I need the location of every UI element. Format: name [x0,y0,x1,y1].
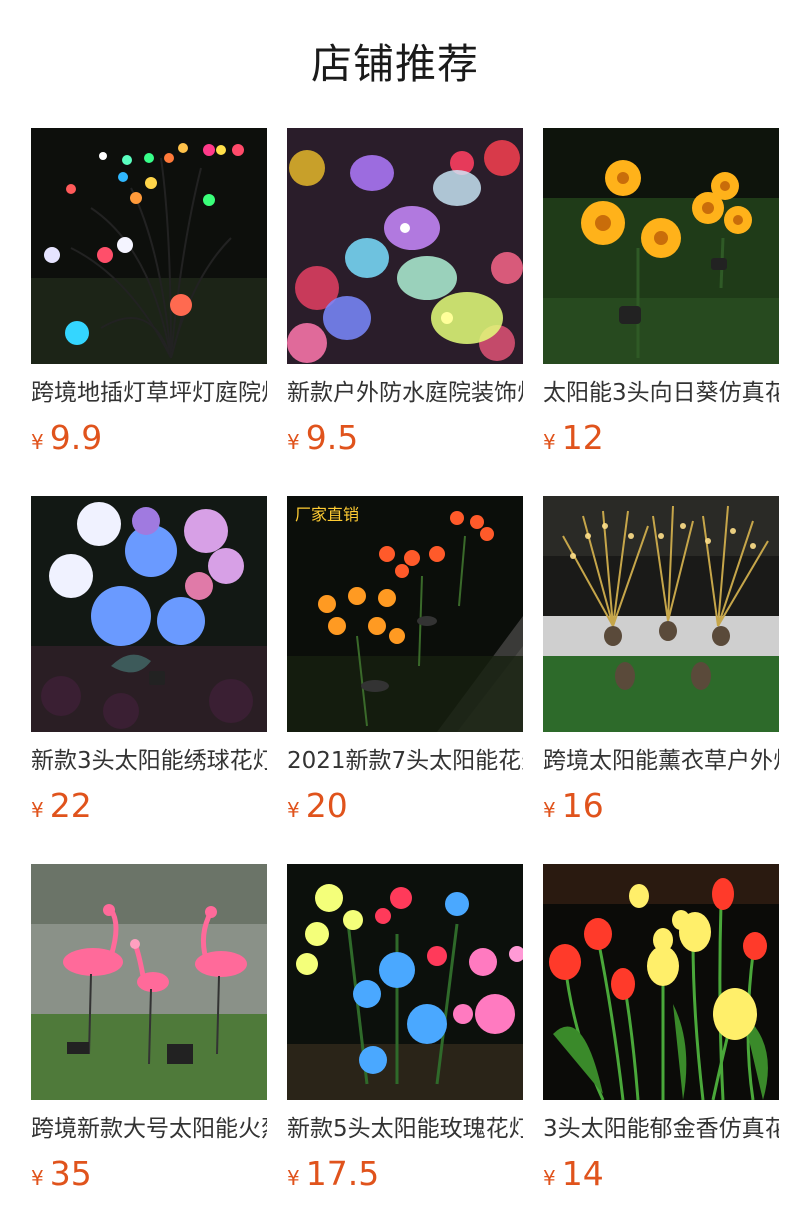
product-price: ¥9.9 [31,418,102,458]
product-name[interactable]: 太阳能3头向日葵仿真花灯 [543,376,779,410]
product-card[interactable]: 新款5头太阳能玫瑰花灯 ¥17.5 [287,864,523,1204]
lavender-solar-lights-photo[interactable] [543,496,779,732]
watermark-text: 厂家直销 [295,505,359,524]
product-name[interactable]: 跨境太阳能薰衣草户外灯 [543,744,779,778]
product-card[interactable]: 跨境新款大号太阳能火烈鸟 ¥35 [31,864,267,1204]
product-name[interactable]: 新款3头太阳能绣球花灯 [31,744,267,778]
tulip-solar-lights-photo[interactable] [543,864,779,1100]
currency-symbol: ¥ [31,1166,44,1190]
product-price: ¥35 [31,1154,92,1194]
price-value: 16 [561,786,604,825]
product-card[interactable]: 新款3头太阳能绣球花灯 ¥22 [31,496,267,836]
firefly-garden-lights-photo[interactable] [31,128,267,364]
rose-solar-lights-photo[interactable] [287,864,523,1100]
currency-symbol: ¥ [31,430,44,454]
product-name[interactable]: 2021新款7头太阳能花灯 [287,744,523,778]
price-value: 17.5 [305,1154,380,1193]
product-name[interactable]: 新款5头太阳能玫瑰花灯 [287,1112,523,1146]
currency-symbol: ¥ [543,798,556,822]
product-price: ¥16 [543,786,604,826]
product-card[interactable]: 跨境太阳能薰衣草户外灯 ¥16 [543,496,779,836]
currency-symbol: ¥ [287,430,300,454]
page-title: 店铺推荐 [311,40,479,88]
product-card[interactable]: 太阳能3头向日葵仿真花灯 ¥12 [543,128,779,468]
product-price: ¥14 [543,1154,604,1194]
product-price: ¥12 [543,418,604,458]
price-value: 9.5 [305,418,359,457]
product-card[interactable]: 3头太阳能郁金香仿真花灯 ¥14 [543,864,779,1204]
currency-symbol: ¥ [543,430,556,454]
marigold-solar-lights-photo[interactable]: 厂家直销 [287,496,523,732]
price-value: 20 [305,786,348,825]
currency-symbol: ¥ [31,798,44,822]
price-value: 35 [49,1154,92,1193]
flamingo-solar-lights-photo[interactable] [31,864,267,1100]
price-value: 12 [561,418,604,457]
shop-recommend-header: 店铺推荐 [0,0,790,128]
currency-symbol: ¥ [287,798,300,822]
currency-symbol: ¥ [543,1166,556,1190]
product-price: ¥9.5 [287,418,358,458]
product-price: ¥17.5 [287,1154,379,1194]
product-name[interactable]: 跨境地插灯草坪灯庭院灯 [31,376,267,410]
price-value: 22 [49,786,92,825]
hydrangea-solar-lights-photo[interactable] [31,496,267,732]
product-name[interactable]: 3头太阳能郁金香仿真花灯 [543,1112,779,1146]
product-name[interactable]: 新款户外防水庭院装饰灯 [287,376,523,410]
sunflower-solar-lights-photo[interactable] [543,128,779,364]
product-price: ¥22 [31,786,92,826]
product-card[interactable]: 跨境地插灯草坪灯庭院灯 ¥9.9 [31,128,267,468]
product-name[interactable]: 跨境新款大号太阳能火烈鸟 [31,1112,267,1146]
price-value: 9.9 [49,418,103,457]
currency-symbol: ¥ [287,1166,300,1190]
price-value: 14 [561,1154,604,1193]
product-card[interactable]: 新款户外防水庭院装饰灯 ¥9.5 [287,128,523,468]
product-price: ¥20 [287,786,348,826]
product-card[interactable]: 厂家直销 2021新款7头太阳能花灯 ¥20 [287,496,523,836]
butterfly-solar-lights-photo[interactable] [287,128,523,364]
